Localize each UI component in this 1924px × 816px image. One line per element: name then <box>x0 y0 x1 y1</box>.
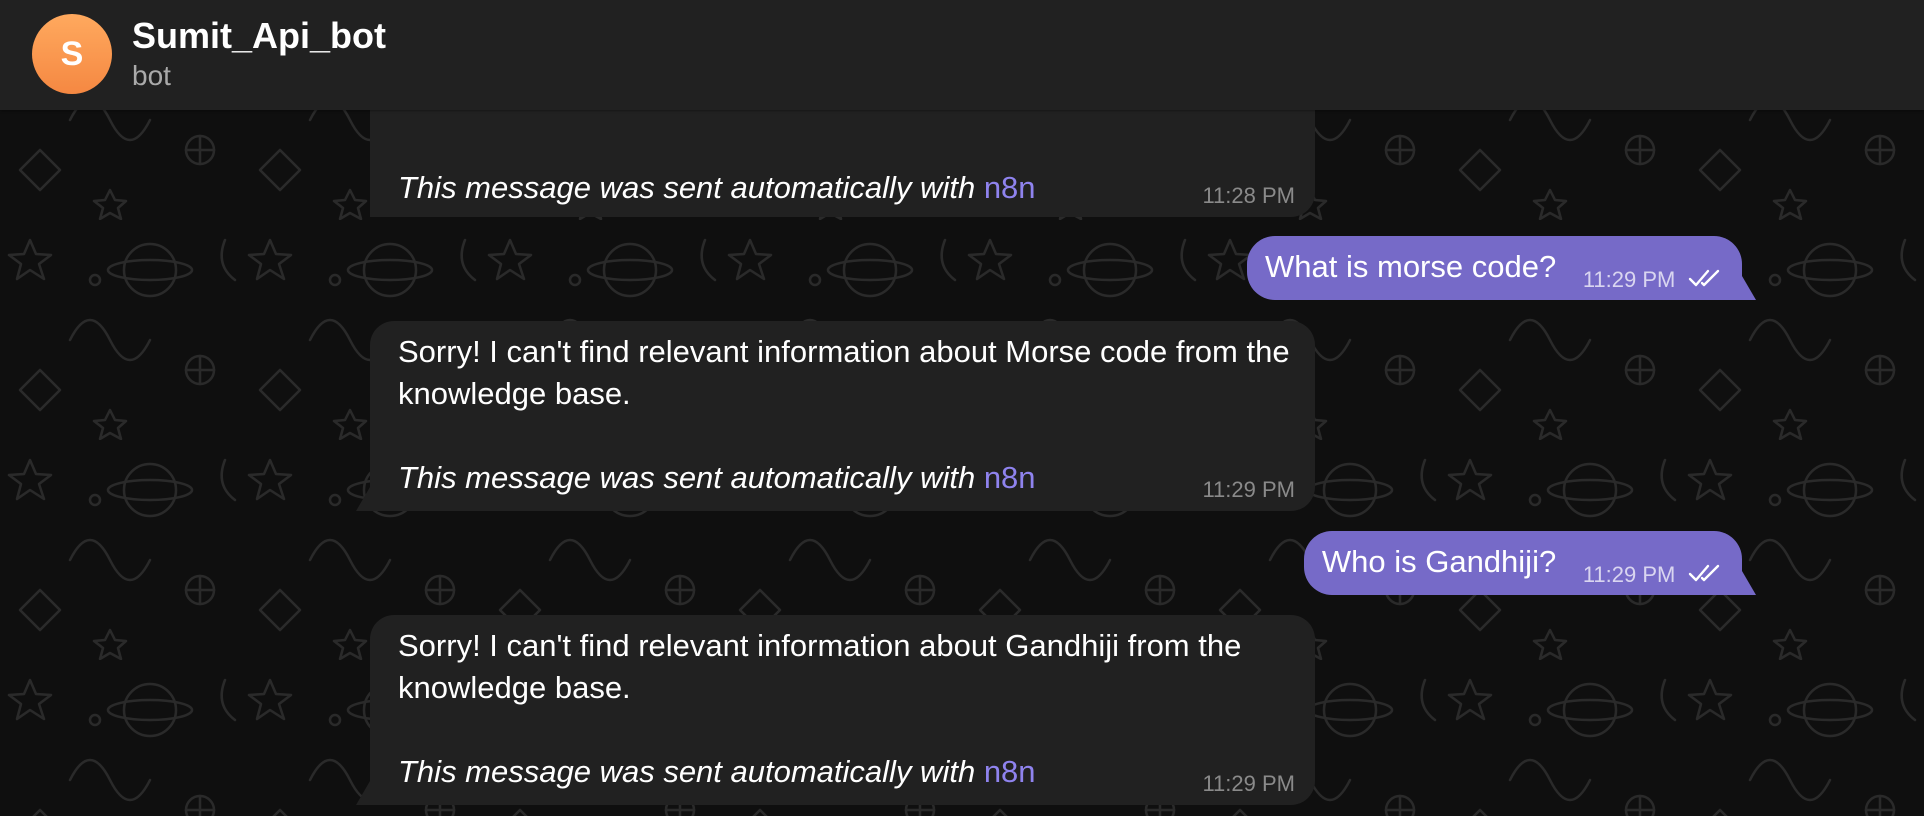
message-time: 11:29 PM <box>1582 562 1676 587</box>
message-time: 11:28 PM <box>1202 183 1295 208</box>
message-text: What is morse code? <box>1265 249 1557 284</box>
outgoing-message-bubble[interactable]: Who is Gandhiji? 11:29 PM <box>1303 531 1757 595</box>
signature-text: This message was sent automatically with <box>398 170 976 205</box>
incoming-message-bubble[interactable]: Sorry! I can't find relevant information… <box>356 321 1315 511</box>
bot-signature: This message was sent automatically with… <box>398 457 1295 499</box>
message-text: Sorry! I can't find relevant information… <box>398 628 1242 705</box>
message-time: 11:29 PM <box>1202 771 1295 796</box>
message-text: Sorry! I can't find relevant information… <box>398 334 1290 411</box>
message-time: 11:29 PM <box>1582 267 1676 292</box>
double-check-icon <box>1688 258 1722 300</box>
incoming-message-bubble[interactable]: Sorry! I can't find relevant information… <box>356 615 1315 805</box>
bot-avatar[interactable]: S <box>32 14 112 94</box>
message-time: 11:29 PM <box>1202 477 1295 502</box>
signature-text: This message was sent automatically with <box>398 754 976 789</box>
n8n-link[interactable]: n8n <box>984 754 1036 789</box>
chat-title: Sumit_Api_bot <box>132 15 387 56</box>
chat-subtitle: bot <box>132 60 171 91</box>
bot-signature: This message was sent automatically with… <box>398 167 1295 209</box>
signature-text: This message was sent automatically with <box>398 460 976 495</box>
n8n-link[interactable]: n8n <box>984 460 1036 495</box>
n8n-link[interactable]: n8n <box>984 170 1036 205</box>
bot-signature: This message was sent automatically with… <box>398 751 1295 793</box>
outgoing-message-bubble[interactable]: What is morse code? 11:29 PM <box>1247 236 1756 300</box>
chat-header[interactable]: S Sumit_Api_bot bot <box>0 0 1924 110</box>
telegram-chat-window: S Sumit_Api_bot bot This message was sen… <box>0 0 1924 816</box>
message-text: Who is Gandhiji? <box>1321 544 1557 579</box>
double-check-icon <box>1688 553 1722 595</box>
